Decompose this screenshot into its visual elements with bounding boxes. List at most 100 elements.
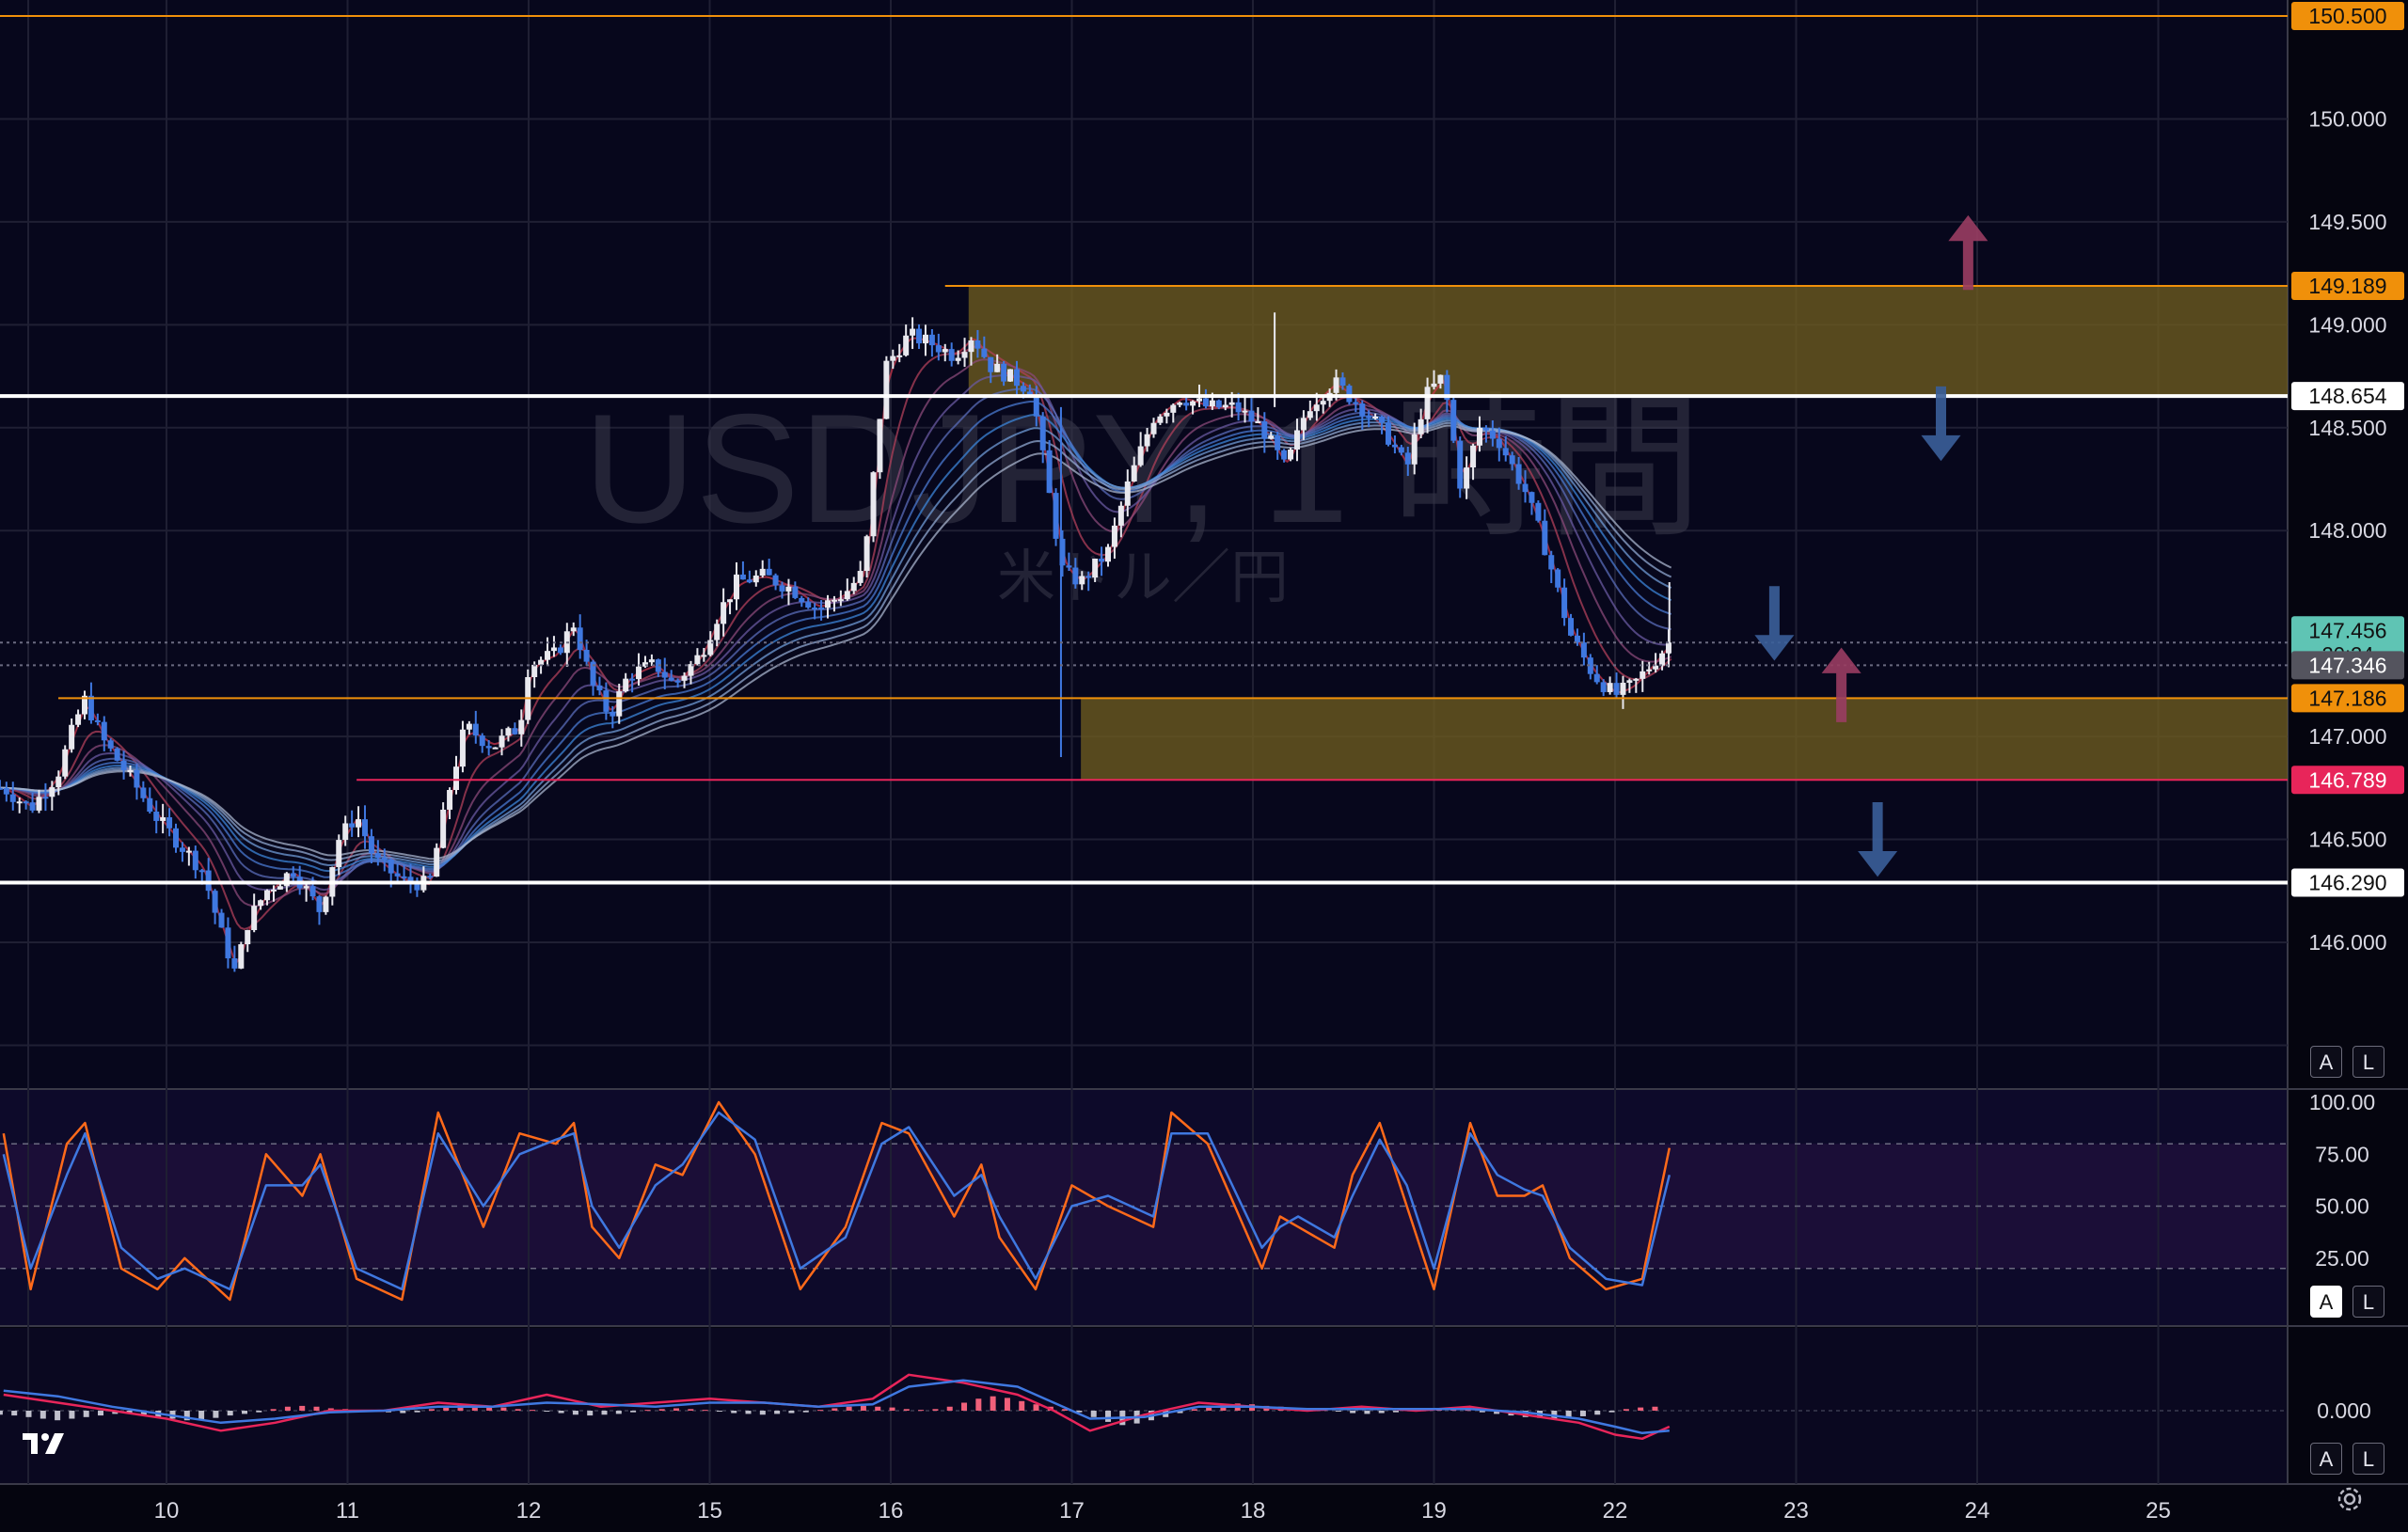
candle-body — [616, 691, 623, 717]
candle-body — [134, 769, 140, 788]
candle-body — [1150, 422, 1157, 434]
candle-body — [472, 723, 479, 736]
candle-body — [198, 870, 205, 873]
y-tick-label: 150.000 — [2308, 106, 2386, 131]
candle-body — [1529, 492, 1535, 503]
candle-body — [1366, 416, 1372, 419]
macd-histogram-bar — [716, 1411, 722, 1412]
chart-canvas[interactable]: 10 11 12 15 16 17 18 19 22 23 24 25 150.000 149.500 14… — [0, 0, 2408, 1527]
macd-histogram-bar — [1652, 1406, 1658, 1411]
candle-body — [1170, 404, 1177, 413]
candle-body — [1470, 445, 1477, 468]
candle-body — [1372, 416, 1379, 419]
macd-histogram-bar — [903, 1409, 910, 1411]
stoch-log-scale-button[interactable]: L — [2353, 1286, 2384, 1318]
candle-body — [557, 647, 563, 654]
candle-body — [792, 586, 799, 598]
candle-body — [857, 571, 863, 583]
candle-body — [1659, 653, 1666, 666]
candle-body — [114, 748, 120, 761]
candle-body — [166, 817, 173, 829]
candle-body — [1275, 435, 1281, 450]
macd-histogram-bar — [544, 1411, 550, 1412]
macd-histogram-bar — [932, 1409, 939, 1411]
chart-stage[interactable]: 10 11 12 15 16 17 18 19 22 23 24 25 150.000 149.500 14… — [0, 0, 2408, 1527]
candle-body — [459, 729, 466, 767]
macd-histogram-bar — [918, 1410, 925, 1412]
candle-body — [1450, 400, 1457, 441]
candle-body — [733, 574, 739, 600]
candle-body — [336, 840, 342, 868]
candle-body — [883, 360, 890, 419]
candle-body — [752, 576, 759, 583]
candle-body — [29, 802, 36, 811]
candle-body — [583, 650, 590, 662]
candle-body — [1482, 427, 1489, 431]
tradingview-logo[interactable] — [21, 1429, 73, 1458]
candle-body — [812, 608, 818, 610]
candle-body — [610, 711, 616, 717]
candle-body — [636, 666, 642, 680]
macd-histogram-bar — [658, 1409, 665, 1411]
candle-body — [1268, 435, 1275, 439]
candle-body — [0, 787, 3, 790]
macd-histogram-bar — [990, 1396, 996, 1411]
candle-body — [153, 812, 160, 821]
candle-body — [948, 349, 955, 361]
stoch-tick-label: 50.00 — [2315, 1194, 2369, 1219]
price-level-label: 146.789 — [2308, 767, 2386, 792]
candle-body — [518, 719, 525, 734]
candle-body — [205, 870, 212, 892]
macd-histogram-bar — [1090, 1411, 1097, 1417]
candle-body — [1489, 430, 1496, 439]
macd-auto-scale-button[interactable]: A — [2310, 1443, 2342, 1475]
watermark-name: 米ドル／円 — [997, 545, 1289, 610]
candle-body — [1496, 438, 1502, 449]
price-log-scale-button[interactable]: L — [2353, 1046, 2384, 1078]
settings-gear-icon[interactable] — [2333, 1482, 2367, 1516]
candle-body — [928, 334, 935, 346]
candle-body — [342, 823, 349, 841]
candle-body — [1288, 449, 1294, 460]
macd-histogram-bar — [256, 1411, 262, 1413]
candle-body — [453, 766, 459, 790]
candle-body — [440, 809, 447, 848]
macd-histogram-bar — [759, 1411, 766, 1415]
price-auto-scale-button[interactable]: A — [2310, 1046, 2342, 1078]
candle-body — [1346, 386, 1353, 403]
x-tick-label: 22 — [1603, 1498, 1628, 1524]
candle-body — [1261, 420, 1268, 439]
candle-body — [1255, 420, 1261, 423]
x-tick-label: 25 — [2146, 1498, 2171, 1524]
macd-histogram-bar — [98, 1411, 104, 1416]
candle-body — [1535, 502, 1542, 521]
candle-body — [1593, 673, 1600, 683]
candle-body — [316, 896, 323, 912]
candle-body — [1568, 618, 1575, 636]
stoch-auto-scale-button[interactable]: A — [2310, 1286, 2342, 1318]
candle-body — [1099, 558, 1105, 562]
candle-body — [1431, 383, 1437, 387]
candle-body — [766, 568, 772, 576]
candle-body — [69, 724, 75, 750]
candle-body — [831, 599, 837, 602]
candle-body — [9, 794, 16, 802]
candle-body — [746, 579, 752, 583]
candle-body — [160, 817, 166, 821]
price-level-label: 150.500 — [2308, 4, 2386, 28]
x-tick-label: 11 — [336, 1498, 359, 1524]
candle-body — [388, 859, 394, 874]
candle-body — [1066, 565, 1072, 568]
candle-body — [1620, 682, 1626, 695]
candle-body — [1046, 450, 1053, 494]
candle-body — [714, 624, 721, 640]
candle-body — [577, 627, 583, 651]
candle-body — [62, 749, 69, 777]
macd-histogram-bar — [1594, 1411, 1601, 1415]
candle-body — [49, 787, 55, 798]
candle-body — [694, 655, 701, 665]
candle-body — [16, 801, 23, 804]
candle-body — [603, 690, 610, 712]
x-tick-label: 16 — [879, 1498, 904, 1524]
macd-log-scale-button[interactable]: L — [2353, 1443, 2384, 1475]
